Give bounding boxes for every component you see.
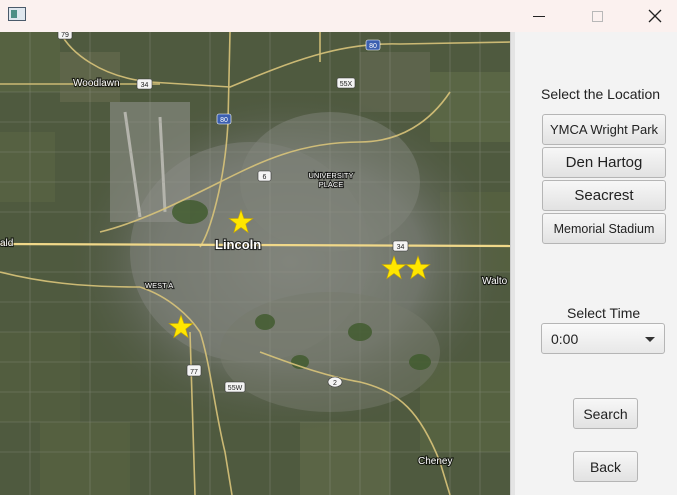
time-select-value: 0:00 xyxy=(551,331,579,347)
label-cheney: Cheney xyxy=(418,456,452,467)
svg-text:80: 80 xyxy=(220,117,228,124)
label-ald: ald xyxy=(0,238,13,249)
svg-text:77: 77 xyxy=(190,369,198,376)
label-woodlawn: Woodlawn xyxy=(73,78,120,89)
road-shield-79: 79 xyxy=(57,32,73,40)
svg-text:34: 34 xyxy=(397,244,405,251)
road-shield-6: 6 xyxy=(257,170,272,182)
title-bar xyxy=(0,0,677,32)
search-button[interactable]: Search xyxy=(573,398,638,429)
location-button-ymca-wright-park[interactable]: YMCA Wright Park xyxy=(542,114,666,145)
control-panel: Select the Location YMCA Wright Park Den… xyxy=(515,32,677,495)
location-button-seacrest[interactable]: Seacrest xyxy=(542,180,666,211)
label-university-place-2: PLACE xyxy=(319,180,344,189)
road-shield-77: 77 xyxy=(186,364,202,377)
minimize-button[interactable] xyxy=(516,0,562,32)
road-shield-34-right: 34 xyxy=(392,240,409,252)
label-west-a: WEST A xyxy=(145,281,173,290)
road-shield-80-mid: 80 xyxy=(216,113,232,125)
location-heading: Select the Location xyxy=(541,86,661,102)
app-window: 79 80 34 55X 80 6 34 77 2 55W Woodlawn L… xyxy=(0,0,677,495)
road-shield-34-left: 34 xyxy=(136,78,153,90)
svg-text:2: 2 xyxy=(333,380,337,387)
maximize-icon xyxy=(591,10,603,22)
road-shield-80-top: 80 xyxy=(365,39,381,51)
map-canvas: 79 80 34 55X 80 6 34 77 2 55W Woodlawn L… xyxy=(0,32,510,495)
svg-text:55W: 55W xyxy=(228,385,243,392)
svg-text:79: 79 xyxy=(61,32,69,39)
svg-text:55X: 55X xyxy=(340,81,353,88)
road-shield-55x: 55X xyxy=(336,77,356,89)
label-lincoln: Lincoln xyxy=(215,237,261,252)
app-icon xyxy=(8,7,26,21)
location-button-memorial-stadium[interactable]: Memorial Stadium xyxy=(542,213,666,244)
svg-text:34: 34 xyxy=(141,82,149,89)
time-select[interactable]: 0:00 xyxy=(541,323,665,354)
label-walton: Walto xyxy=(482,276,508,287)
back-button[interactable]: Back xyxy=(573,451,638,482)
svg-text:80: 80 xyxy=(369,43,377,50)
close-icon xyxy=(648,9,662,23)
label-university-place-1: UNIVERSITY xyxy=(308,171,353,180)
maximize-button[interactable] xyxy=(574,0,620,32)
chevron-down-icon xyxy=(645,337,655,342)
minimize-icon xyxy=(533,15,545,17)
location-button-den-hartog[interactable]: Den Hartog xyxy=(542,147,666,178)
road-shield-55w: 55W xyxy=(224,381,246,393)
time-heading: Select Time xyxy=(567,305,641,321)
satellite-map[interactable]: 79 80 34 55X 80 6 34 77 2 55W Woodlawn L… xyxy=(0,32,510,495)
road-shield-2: 2 xyxy=(327,376,343,388)
close-button[interactable] xyxy=(632,0,677,32)
svg-text:6: 6 xyxy=(263,174,267,181)
